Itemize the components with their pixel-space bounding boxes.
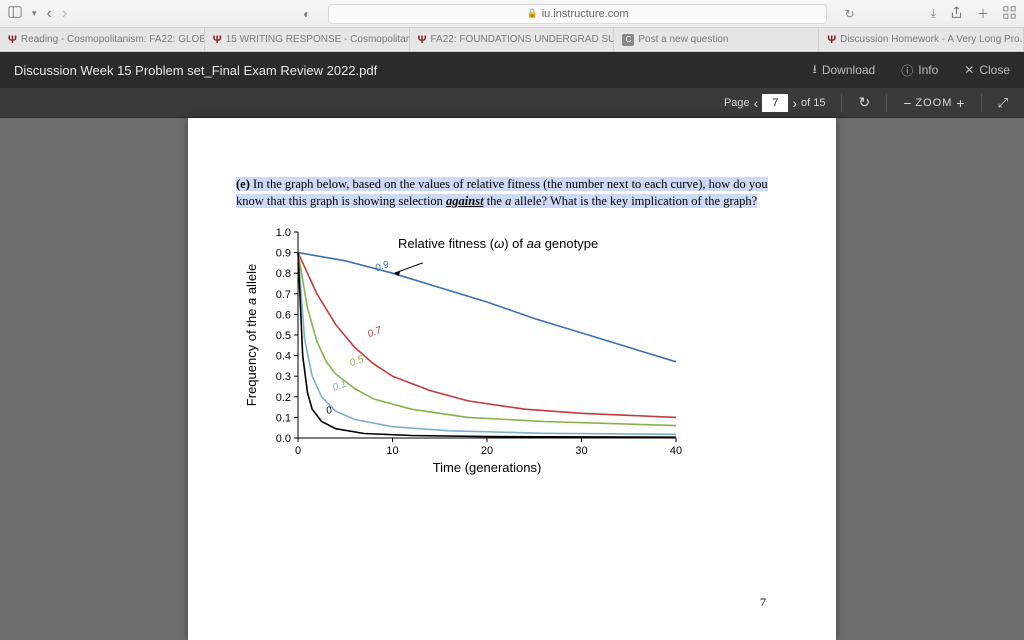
svg-text:0.7: 0.7 — [276, 289, 291, 301]
sidebar-toggle-icon[interactable] — [8, 5, 22, 22]
question-text: (e) In the graph below, based on the val… — [236, 176, 788, 210]
tab-4[interactable]: Ψ Discussion Homework - A Very Long Pro..… — [819, 28, 1024, 51]
tab-2[interactable]: Ψ FA22: FOUNDATIONS UNDERGRAD SUC... — [410, 28, 615, 51]
next-page-button[interactable]: › — [792, 95, 797, 111]
tab-label: Discussion Homework - A Very Long Pro... — [840, 34, 1024, 45]
download-icon[interactable]: ⤓ — [931, 6, 936, 21]
svg-text:Relative fitness (ω) of aa gen: Relative fitness (ω) of aa genotype — [398, 236, 598, 251]
prev-page-button[interactable]: ‹ — [754, 95, 759, 111]
rotate-button[interactable]: ↻ — [858, 94, 870, 111]
pdf-page: (e) In the graph below, based on the val… — [188, 118, 836, 640]
svg-text:30: 30 — [575, 445, 587, 457]
psi-icon: Ψ — [418, 34, 427, 46]
forward-button[interactable]: › — [62, 5, 67, 23]
svg-text:Frequency of the a allele: Frequency of the a allele — [244, 264, 259, 406]
page-number-input[interactable]: 7 — [762, 94, 788, 112]
viewer-stage: (e) In the graph below, based on the val… — [0, 118, 1024, 640]
psi-icon: Ψ — [213, 34, 222, 46]
tab-strip: Ψ Reading - Cosmopolitanism: FA22: GLOB..… — [0, 28, 1024, 52]
svg-text:0: 0 — [325, 404, 334, 416]
new-tab-icon[interactable]: ＋ — [977, 5, 989, 22]
zoom-out-button[interactable]: − — [903, 95, 911, 111]
svg-text:0.4: 0.4 — [276, 350, 291, 362]
zoom-in-button[interactable]: + — [956, 95, 964, 111]
download-button[interactable]: ⭳Download — [813, 60, 876, 81]
shield-icon[interactable]: ◐ — [303, 7, 310, 21]
close-button[interactable]: ✕Close — [964, 63, 1010, 77]
close-icon: ✕ — [964, 63, 974, 77]
tabs-icon[interactable] — [1003, 6, 1016, 22]
c-icon: C — [622, 34, 634, 46]
chart: 0.0 0.1 0.2 0.3 0.4 0.5 0.6 0.7 0.8 0.9 1.0 0 10 20 30… — [236, 220, 788, 485]
svg-text:10: 10 — [386, 445, 398, 457]
back-button[interactable]: ‹ — [47, 5, 52, 23]
fullscreen-button[interactable]: ⤢ — [998, 95, 1008, 111]
zoom-controls: − ZOOM + — [903, 95, 964, 111]
url-text: iu.instructure.com — [542, 8, 629, 20]
page-total: of 15 — [801, 97, 825, 109]
svg-text:0.1: 0.1 — [276, 412, 291, 424]
pdf-toolbar: Page ‹ 7 › of 15 ↻ − ZOOM + ⤢ — [0, 88, 1024, 118]
tab-1[interactable]: Ψ 15 WRITING RESPONSE - Cosmopolitani... — [205, 28, 410, 51]
browser-nav: ▾ ‹ › — [8, 5, 67, 23]
svg-text:0.5: 0.5 — [348, 354, 365, 369]
svg-text:20: 20 — [481, 445, 493, 457]
svg-text:0.6: 0.6 — [276, 309, 291, 321]
info-icon: ⓘ — [901, 62, 913, 79]
lock-icon: 🔒 — [527, 8, 538, 19]
svg-text:0.5: 0.5 — [276, 330, 291, 342]
tab-label: FA22: FOUNDATIONS UNDERGRAD SUC... — [431, 34, 615, 45]
tab-3[interactable]: C Post a new question — [614, 28, 819, 51]
page-label: Page — [724, 97, 750, 109]
share-icon[interactable] — [950, 6, 963, 22]
page-nav: Page ‹ 7 › of 15 — [724, 94, 826, 112]
svg-text:0: 0 — [295, 445, 301, 457]
url-bar[interactable]: 🔒 iu.instructure.com — [328, 4, 826, 24]
page-number: 7 — [760, 595, 766, 610]
svg-text:1.0: 1.0 — [276, 227, 291, 239]
tab-label: 15 WRITING RESPONSE - Cosmopolitani... — [226, 34, 410, 45]
psi-icon: Ψ — [827, 34, 836, 46]
tab-label: Post a new question — [638, 34, 728, 45]
document-title: Discussion Week 15 Problem set_Final Exa… — [14, 63, 377, 78]
svg-text:0.9: 0.9 — [276, 247, 291, 259]
info-button[interactable]: ⓘInfo — [901, 62, 938, 79]
viewer-header: Discussion Week 15 Problem set_Final Exa… — [0, 52, 1024, 88]
download-icon: ⭳ — [813, 60, 817, 81]
dropdown-icon[interactable]: ▾ — [32, 8, 37, 19]
psi-icon: Ψ — [8, 34, 17, 46]
svg-text:0.0: 0.0 — [276, 433, 291, 445]
svg-text:0.2: 0.2 — [276, 392, 291, 404]
svg-text:40: 40 — [670, 445, 682, 457]
svg-text:0.3: 0.3 — [276, 371, 291, 383]
tab-0[interactable]: Ψ Reading - Cosmopolitanism: FA22: GLOB..… — [0, 28, 205, 51]
svg-text:0.8: 0.8 — [276, 268, 291, 280]
svg-text:0.7: 0.7 — [366, 325, 383, 340]
reload-icon[interactable]: ↻ — [845, 7, 855, 21]
svg-text:Time (generations): Time (generations) — [433, 460, 542, 475]
tab-label: Reading - Cosmopolitanism: FA22: GLOB... — [21, 34, 205, 45]
browser-chrome: ▾ ‹ › ◐ 🔒 iu.instructure.com ↻ ⤓ ＋ — [0, 0, 1024, 28]
zoom-label: ZOOM — [915, 97, 952, 109]
